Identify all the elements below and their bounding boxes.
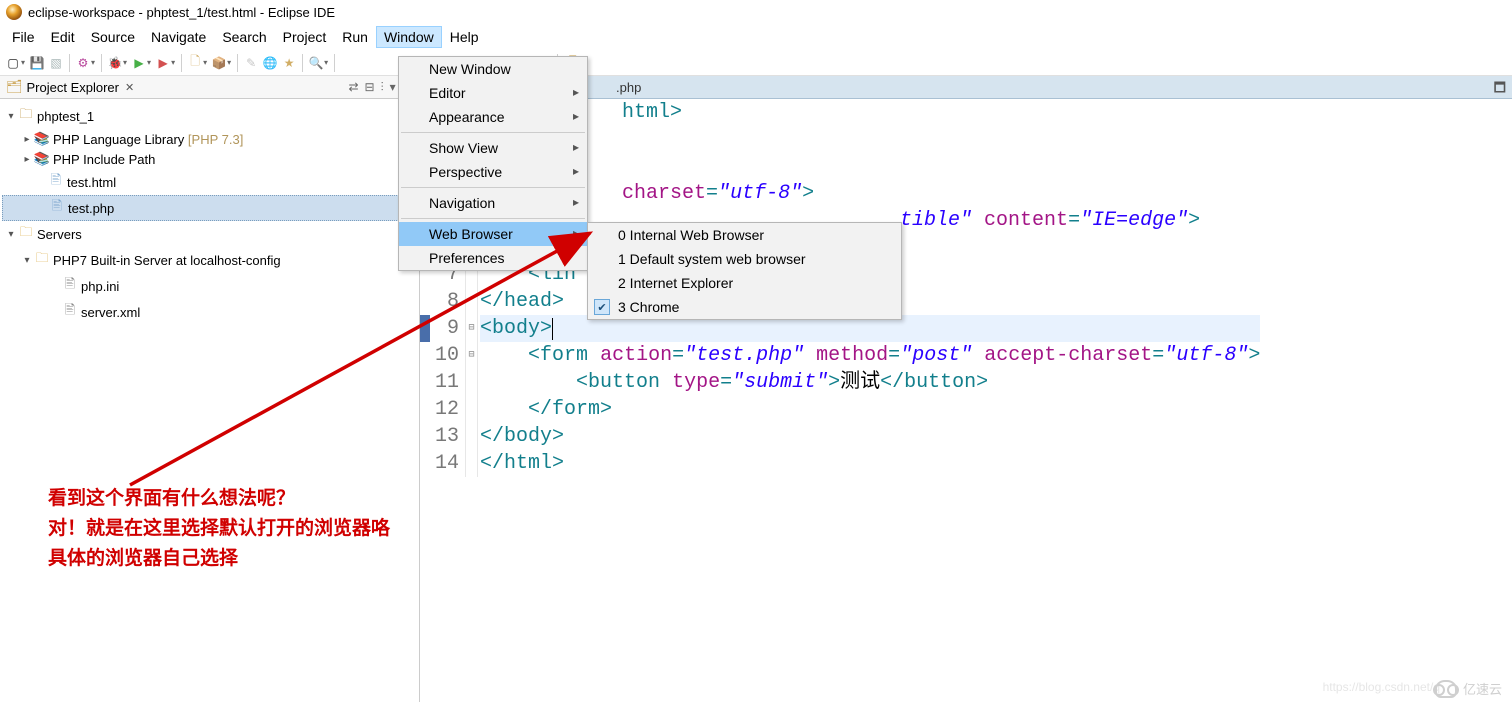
menu-project[interactable]: Project: [275, 26, 335, 48]
tree-servers[interactable]: ▾ 🗀 Servers: [2, 221, 417, 247]
project-icon: 🗀: [18, 105, 34, 127]
tree-label: php.ini: [81, 279, 119, 294]
project-tree[interactable]: ▾ 🗀 phptest_1 ▸ 📚 PHP Language Library […: [0, 99, 419, 329]
debug-icon[interactable]: 🐞: [106, 54, 124, 72]
separator: [401, 218, 585, 219]
menu-appearance[interactable]: Appearance: [399, 105, 587, 129]
library-hint: [PHP 7.3]: [188, 132, 243, 147]
tree-label: Servers: [37, 227, 82, 242]
tree-label: test.php: [68, 201, 114, 216]
menu-bar: File Edit Source Navigate Search Project…: [0, 24, 1512, 50]
folder-icon: 🗀: [18, 223, 34, 245]
tree-label: test.html: [67, 175, 116, 190]
menu-window[interactable]: Window: [376, 26, 442, 48]
browser-default-system[interactable]: 1 Default system web browser: [588, 247, 901, 271]
tree-label: PHP7 Built-in Server at localhost-config: [53, 253, 281, 268]
wand-icon[interactable]: ✎: [242, 54, 260, 72]
main-area: 🗂 Project Explorer ✕ ⇄ ⊟ ⫶ ▾ ▭ ▾ 🗀 phpte…: [0, 76, 1512, 702]
project-explorer-tab[interactable]: 🗂 Project Explorer ✕ ⇄ ⊟ ⫶ ▾ ▭: [0, 76, 419, 99]
annotation-line3: 具体的浏览器自己选择: [48, 544, 238, 574]
menu-help[interactable]: Help: [442, 26, 487, 48]
cloud-logo-icon: [1435, 680, 1457, 698]
include-path-icon: 📚: [34, 151, 50, 167]
browser-chrome[interactable]: ✔ 3 Chrome: [588, 295, 901, 319]
tree-label: phptest_1: [37, 109, 94, 124]
filter-icon[interactable]: ⫶: [381, 80, 384, 95]
title-bar: eclipse-workspace - phptest_1/test.html …: [0, 0, 1512, 24]
library-icon: 📚: [34, 131, 50, 147]
project-explorer-title: Project Explorer: [27, 80, 119, 95]
run-icon[interactable]: ▶: [130, 54, 148, 72]
save-all-icon[interactable]: ▧: [47, 54, 65, 72]
package-icon[interactable]: 📦: [210, 54, 228, 72]
close-view-icon[interactable]: ✕: [125, 81, 134, 94]
menu-new-window[interactable]: New Window: [399, 57, 587, 81]
xml-file-icon: 🖹: [62, 301, 78, 323]
menu-preferences[interactable]: Preferences: [399, 246, 587, 270]
eclipse-icon: [6, 4, 22, 20]
menu-editor[interactable]: Editor: [399, 81, 587, 105]
menu-show-view[interactable]: Show View: [399, 136, 587, 160]
editor-tab-php[interactable]: .php: [610, 77, 647, 98]
separator: [401, 187, 585, 188]
star-icon[interactable]: ★: [280, 54, 298, 72]
save-icon[interactable]: 💾: [28, 54, 46, 72]
tree-server-config[interactable]: ▾ 🗀 PHP7 Built-in Server at localhost-co…: [2, 247, 417, 273]
cog-icon[interactable]: ⚙: [74, 54, 92, 72]
menu-edit[interactable]: Edit: [43, 26, 83, 48]
tree-file-html[interactable]: 🖹 test.html: [2, 169, 417, 195]
link-editor-icon[interactable]: ⇄: [348, 80, 358, 95]
menu-perspective[interactable]: Perspective: [399, 160, 587, 184]
menu-navigate[interactable]: Navigate: [143, 26, 214, 48]
view-menu-icon[interactable]: ▾: [390, 80, 396, 95]
tree-project[interactable]: ▾ 🗀 phptest_1: [2, 103, 417, 129]
menu-web-browser[interactable]: Web Browser: [399, 222, 587, 246]
check-icon: ✔: [594, 299, 610, 315]
watermark-url: https://blog.csdn.net/q: [1323, 680, 1440, 694]
code-text: html>: [610, 101, 682, 124]
text-cursor: [552, 318, 553, 340]
menu-search[interactable]: Search: [214, 26, 274, 48]
annotation-line2: 对！就是在这里选择默认打开的浏览器咯: [48, 514, 390, 544]
new-icon[interactable]: ▢: [4, 54, 22, 72]
tree-file-php[interactable]: 🖹 test.php: [2, 195, 417, 221]
main-toolbar: ▢▾ 💾 ▧ ⚙▾ 🐞▾ ▶▾ ▶▾ 🗋▾ 📦▾ ✎ 🌐 ★ 🔍▾ ↩▾ 🗗: [0, 50, 1512, 76]
tree-include-path[interactable]: ▸ 📚 PHP Include Path: [2, 149, 417, 169]
menu-navigation[interactable]: Navigation: [399, 191, 587, 215]
tree-label: server.xml: [81, 305, 140, 320]
tree-file-xml[interactable]: 🖹 server.xml: [2, 299, 417, 325]
php-file-icon: 🖹: [49, 197, 65, 219]
watermark-brand: 亿速云: [1463, 679, 1502, 698]
web-browser-submenu[interactable]: 0 Internal Web Browser 1 Default system …: [587, 222, 902, 320]
menu-file[interactable]: File: [4, 26, 43, 48]
tree-icon: 🗂: [6, 79, 23, 95]
annotation-line1: 看到这个界面有什么想法呢？: [48, 484, 295, 514]
project-explorer-view: 🗂 Project Explorer ✕ ⇄ ⊟ ⫶ ▾ ▭ ▾ 🗀 phpte…: [0, 76, 420, 702]
window-menu-dropdown[interactable]: New Window Editor Appearance Show View P…: [398, 56, 588, 271]
file-new-icon[interactable]: 🗋: [186, 54, 204, 72]
restore-icon[interactable]: 🗖: [1494, 79, 1506, 101]
menu-source[interactable]: Source: [83, 26, 143, 48]
search-icon[interactable]: 🔍: [307, 54, 325, 72]
globe-icon[interactable]: 🌐: [261, 54, 279, 72]
run-ext-icon[interactable]: ▶: [154, 54, 172, 72]
html-file-icon: 🖹: [48, 171, 64, 193]
browser-internal[interactable]: 0 Internal Web Browser: [588, 223, 901, 247]
menu-run[interactable]: Run: [334, 26, 376, 48]
folder-icon: 🗀: [34, 249, 50, 271]
separator: [401, 132, 585, 133]
tree-label: PHP Include Path: [53, 152, 155, 167]
tree-file-ini[interactable]: 🖹 php.ini: [2, 273, 417, 299]
window-title: eclipse-workspace - phptest_1/test.html …: [28, 5, 335, 20]
ini-file-icon: 🖹: [62, 275, 78, 297]
tree-label: PHP Language Library: [53, 132, 184, 147]
tree-php-library[interactable]: ▸ 📚 PHP Language Library [PHP 7.3]: [2, 129, 417, 149]
collapse-icon[interactable]: ⊟: [365, 80, 375, 95]
watermark: 亿速云: [1435, 679, 1502, 698]
browser-ie[interactable]: 2 Internet Explorer: [588, 271, 901, 295]
browser-chrome-label: 3 Chrome: [618, 299, 679, 315]
